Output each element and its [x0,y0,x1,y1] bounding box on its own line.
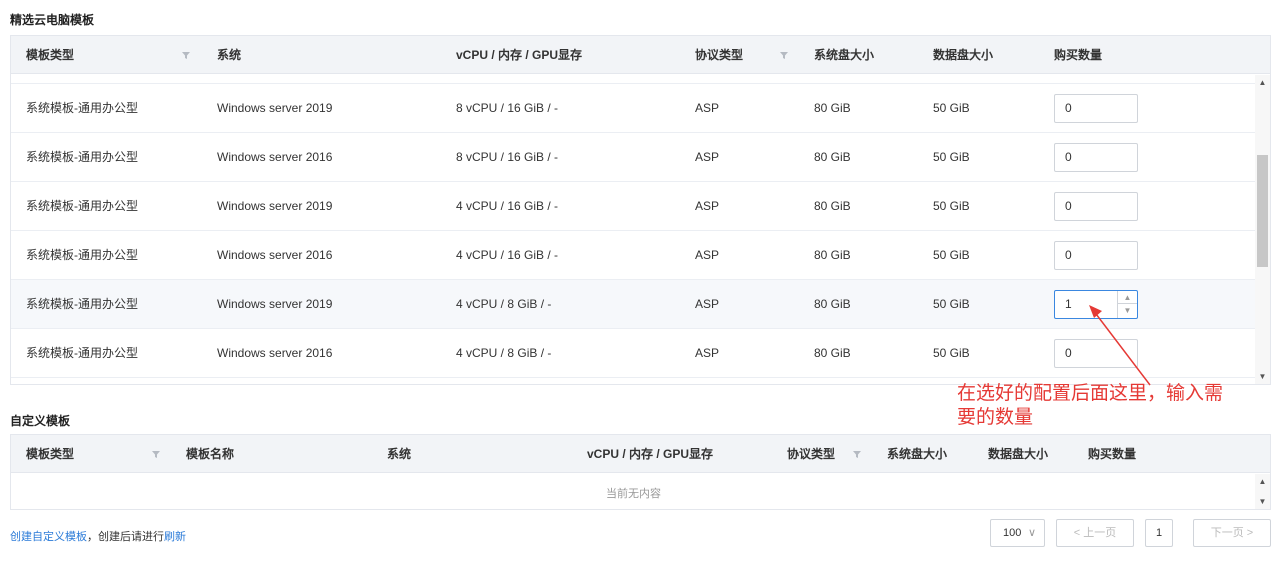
decrement-icon[interactable]: ▼ [1118,304,1137,317]
quantity-stepper[interactable]: 1 ▲ ▼ [1054,290,1138,319]
scroll-thumb[interactable] [1257,155,1268,267]
col-header-protocol: 协议类型 [787,447,836,461]
table-row[interactable]: 系统模板-通用办公型 Windows server 2016 4 vCPU / … [11,231,1256,280]
col-header-type: 模板类型 [26,48,75,62]
cell-type: 系统模板-通用办公型 [26,248,138,262]
cell-system: Windows server 2019 [217,297,333,311]
col-header-spec: vCPU / 内存 / GPU显存 [456,48,583,62]
cell-protocol: ASP [695,248,720,262]
chevron-down-icon: ∨ [1027,527,1036,539]
cell-spec: 4 vCPU / 8 GiB / - [456,297,552,311]
footer-hint: 创建自定义模板，创建后请进行刷新 [10,528,186,544]
cell-datadisk: 50 GiB [933,101,970,115]
prev-page-button[interactable]: < 上一页 [1056,519,1134,547]
cell-spec: 8 vCPU / 16 GiB / - [456,150,559,164]
scroll-up-icon[interactable]: ▲ [1255,77,1270,89]
quantity-input[interactable]: 0 [1054,94,1138,123]
cell-protocol: ASP [695,101,720,115]
scroll-down-icon[interactable]: ▼ [1255,496,1270,508]
col-header-sysdisk: 系统盘大小 [814,48,875,62]
quantity-input[interactable]: 0 [1054,192,1138,221]
col-header-type: 模板类型 [26,447,75,461]
cell-type: 系统模板-通用办公型 [26,101,138,115]
annotation-line-2: 要的数量 [957,407,1034,428]
cell-system: Windows server 2016 [217,150,333,164]
table-scrollbar[interactable]: ▲ ▼ [1255,75,1270,384]
cell-sysdisk: 80 GiB [814,199,851,213]
custom-table: 模板类型 模板名称 系统 vCPU / 内存 / GPU显存 协议类型 系统盘大… [10,434,1271,510]
cell-datadisk: 50 GiB [933,297,970,311]
filter-icon[interactable] [181,50,191,60]
col-header-qty: 购买数量 [1054,48,1103,62]
annotation-text: 在选好的配置后面这里，输入需 要的数量 [957,382,1277,430]
cell-sysdisk: 80 GiB [814,346,851,360]
cell-datadisk: 50 GiB [933,346,970,360]
increment-icon[interactable]: ▲ [1118,291,1137,304]
cell-type: 系统模板-通用办公型 [26,199,138,213]
page-size-select[interactable]: 100 ∨ [990,519,1045,547]
cell-system: Windows server 2019 [217,199,333,213]
annotation-line-1: 在选好的配置后面这里，输入需 [957,383,1224,404]
custom-table-scrollbar[interactable]: ▲ ▼ [1255,474,1270,509]
cell-protocol: ASP [695,199,720,213]
table-row [11,75,1256,84]
cell-spec: 8 vCPU / 16 GiB / - [456,101,559,115]
col-header-sysdisk: 系统盘大小 [887,447,948,461]
quantity-value: 1 [1065,297,1072,311]
cell-sysdisk: 80 GiB [814,150,851,164]
cell-spec: 4 vCPU / 16 GiB / - [456,248,559,262]
scroll-up-icon[interactable]: ▲ [1255,476,1270,488]
featured-table-body: 系统模板-通用办公型 Windows server 2019 8 vCPU / … [11,75,1270,384]
create-custom-template-link[interactable]: 创建自定义模板 [10,531,87,543]
empty-state-text: 当前无内容 [606,488,661,500]
cell-datadisk: 50 GiB [933,248,970,262]
table-row[interactable]: 系统模板-通用办公型 Windows server 2016 8 vCPU / … [11,133,1256,182]
table-row[interactable]: 系统模板-通用办公型 Windows server 2019 4 vCPU / … [11,280,1256,329]
custom-table-header: 模板类型 模板名称 系统 vCPU / 内存 / GPU显存 协议类型 系统盘大… [11,435,1270,473]
cell-sysdisk: 80 GiB [814,248,851,262]
filter-icon[interactable] [852,449,862,459]
col-header-system: 系统 [217,48,242,62]
cell-spec: 4 vCPU / 8 GiB / - [456,346,552,360]
cell-protocol: ASP [695,297,720,311]
refresh-link[interactable]: 刷新 [164,531,186,543]
page-size-value: 100 [1003,527,1022,539]
table-row[interactable]: 系统模板-通用办公型 Windows server 2019 4 vCPU / … [11,182,1256,231]
current-page-input[interactable]: 1 [1145,519,1173,547]
featured-table-header: 模板类型 系统 vCPU / 内存 / GPU显存 协议类型 系统盘大小 数据盘… [11,36,1270,74]
quantity-input[interactable]: 0 [1054,241,1138,270]
col-header-name: 模板名称 [186,447,235,461]
col-header-datadisk: 数据盘大小 [988,447,1049,461]
col-header-spec: vCPU / 内存 / GPU显存 [587,447,714,461]
cell-system: Windows server 2019 [217,101,333,115]
custom-section-title: 自定义模板 [10,414,71,428]
cell-datadisk: 50 GiB [933,150,970,164]
featured-section-title: 精选云电脑模板 [10,13,95,27]
footer-middle-text: ，创建后请进行 [87,531,164,543]
cell-datadisk: 50 GiB [933,199,970,213]
stepper-controls: ▲ ▼ [1117,291,1137,318]
table-row[interactable]: 系统模板-通用办公型 Windows server 2019 8 vCPU / … [11,84,1256,133]
filter-icon[interactable] [151,449,161,459]
filter-icon[interactable] [779,50,789,60]
col-header-qty: 购买数量 [1088,447,1137,461]
col-header-datadisk: 数据盘大小 [933,48,994,62]
table-row[interactable]: 系统模板-通用办公型 Windows server 2016 4 vCPU / … [11,329,1256,378]
col-header-system: 系统 [387,447,412,461]
cell-type: 系统模板-通用办公型 [26,150,138,164]
cell-protocol: ASP [695,150,720,164]
featured-table: 模板类型 系统 vCPU / 内存 / GPU显存 协议类型 系统盘大小 数据盘… [10,35,1271,385]
next-page-button[interactable]: 下一页 > [1193,519,1271,547]
cell-sysdisk: 80 GiB [814,101,851,115]
cell-type: 系统模板-通用办公型 [26,297,138,311]
cell-system: Windows server 2016 [217,346,333,360]
quantity-input[interactable]: 0 [1054,143,1138,172]
cell-sysdisk: 80 GiB [814,297,851,311]
cell-protocol: ASP [695,346,720,360]
cell-type: 系统模板-通用办公型 [26,346,138,360]
quantity-input[interactable]: 0 [1054,339,1138,368]
cell-system: Windows server 2016 [217,248,333,262]
cell-spec: 4 vCPU / 16 GiB / - [456,199,559,213]
col-header-protocol: 协议类型 [695,48,744,62]
